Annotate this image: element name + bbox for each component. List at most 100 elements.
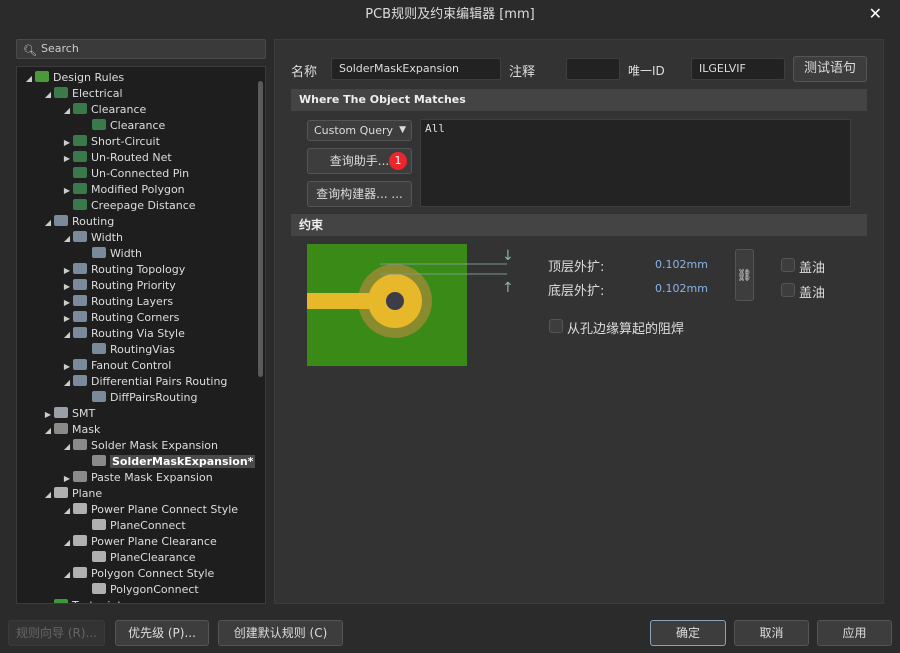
expanded-arrow-icon[interactable]: ◢ [23,71,35,87]
smt-rule-icon [54,407,68,418]
tree-scrollbar[interactable] [258,81,263,377]
tree-item[interactable]: ▶ Paste Mask Expansion [61,470,213,486]
expanded-arrow-icon[interactable]: ◢ [61,327,73,343]
collapsed-arrow-icon[interactable]: ▶ [61,359,73,375]
top-expansion-label: 顶层外扩: [548,260,605,275]
tree-item[interactable]: Clearance [80,118,165,134]
collapsed-arrow-icon[interactable]: ▶ [61,279,73,295]
collapsed-arrow-icon[interactable]: ▶ [61,295,73,311]
search-input[interactable]: 🔍︎ Search [16,39,266,59]
expanded-arrow-icon[interactable]: ◢ [42,87,54,103]
tree-item[interactable]: PlaneClearance [80,550,195,566]
name-field[interactable]: SolderMaskExpansion [331,58,501,80]
tree-item[interactable]: PlaneConnect [80,518,186,534]
bottom-expansion-label: 底层外扩: [548,284,605,299]
apply-button[interactable]: 应用 [817,620,892,646]
test-query-button[interactable]: 测试语句 [793,56,867,82]
tree-item[interactable]: SolderMaskExpansion* [80,454,256,470]
tree-item[interactable]: ◢ Routing Via Style [61,326,185,342]
query-helper-label: 查询助手... [329,154,390,168]
query-builder-button[interactable]: 查询构建器... ... [307,181,412,207]
tree-item-label: PlaneClearance [110,551,196,564]
tree-item-label: Un-Connected Pin [91,167,190,180]
expanded-arrow-icon[interactable]: ◢ [61,503,73,519]
expanded-arrow-icon[interactable]: ◢ [61,567,73,583]
tree-item[interactable]: ◢ Width [61,230,123,246]
tree-item[interactable]: ▶ Routing Topology [61,262,185,278]
close-icon[interactable]: ✕ [869,4,882,23]
tree-item[interactable]: Width [80,246,142,262]
ok-button[interactable]: 确定 [650,620,726,646]
tree-item[interactable]: ▶ Un-Routed Net [61,150,172,166]
tree-item[interactable]: ▶ Short-Circuit [61,134,160,150]
tree-item-label: PlaneConnect [110,519,186,532]
from-hole-edge-checkbox[interactable] [549,319,563,333]
tree-item-label: Differential Pairs Routing [91,375,228,388]
collapsed-arrow-icon[interactable]: ▶ [61,183,73,199]
tree-item[interactable]: ◢ Electrical [42,86,123,102]
query-helper-button[interactable]: 查询助手... 1 [307,148,412,174]
tree-item[interactable]: ▶ Routing Priority [61,278,176,294]
elec-rule-icon [73,167,87,178]
tree-item[interactable]: ◢ Mask [42,422,100,438]
tree-item-label: Width [110,247,142,260]
tree-item[interactable]: ▶ SMT [42,406,95,422]
tree-item[interactable]: ▶ Fanout Control [61,358,171,374]
tree-item[interactable]: ◢ Differential Pairs Routing [61,374,227,390]
collapsed-arrow-icon[interactable]: ▶ [61,151,73,167]
unique-id-field[interactable]: ILGELVIF [691,58,785,80]
expanded-arrow-icon[interactable]: ◢ [42,599,54,603]
priority-button[interactable]: 优先级 (P)... [115,620,209,646]
tent-bottom-checkbox[interactable] [781,283,795,297]
tent-top-checkbox[interactable] [781,258,795,272]
tree-item[interactable]: RoutingVias [80,342,175,358]
plane-rule-icon [73,567,87,578]
bottom-expansion-value[interactable]: 0.102mm [655,282,708,295]
comment-field[interactable] [566,58,620,80]
expanded-arrow-icon[interactable]: ◢ [61,535,73,551]
tree-item[interactable]: ▶ Routing Layers [61,294,173,310]
tree-item[interactable]: Un-Connected Pin [61,166,189,182]
tree-item[interactable]: PolygonConnect [80,582,199,598]
expanded-arrow-icon[interactable]: ◢ [42,423,54,439]
collapsed-arrow-icon[interactable]: ▶ [61,135,73,151]
tree-item-label: Clearance [91,103,147,116]
expanded-arrow-icon[interactable]: ◢ [42,487,54,503]
tree-item[interactable]: ◢ Testpoint [42,598,122,603]
collapsed-arrow-icon[interactable]: ▶ [61,263,73,279]
tree-item[interactable]: ▶ Routing Corners [61,310,179,326]
tree-item[interactable]: DiffPairsRouting [80,390,197,406]
link-icon[interactable]: ⛓ [735,249,754,301]
collapsed-arrow-icon[interactable]: ▶ [61,471,73,487]
create-default-rules-button[interactable]: 创建默认规则 (C) [218,620,343,646]
query-editor[interactable]: All [420,119,851,207]
expanded-arrow-icon[interactable]: ◢ [61,231,73,247]
tree-item[interactable]: ◢ Routing [42,214,114,230]
collapsed-arrow-icon[interactable]: ▶ [61,311,73,327]
tent-bottom-label: 盖油 [799,286,826,301]
tree-item-label: Paste Mask Expansion [91,471,213,484]
collapsed-arrow-icon[interactable]: ▶ [42,407,54,423]
tree-item[interactable]: ◢ Plane [42,486,102,502]
tree-item[interactable]: ◢ Power Plane Clearance [61,534,217,550]
tree-item-label: Width [91,231,123,244]
expanded-arrow-icon[interactable]: ◢ [61,103,73,119]
route-rule-icon [73,295,87,306]
tree-item[interactable]: ◢ Power Plane Connect Style [61,502,238,518]
mask-rule-icon [92,455,106,466]
tree-item[interactable]: Creepage Distance [61,198,196,214]
expanded-arrow-icon[interactable]: ◢ [61,439,73,455]
expanded-arrow-icon[interactable]: ◢ [61,375,73,391]
tree-item[interactable]: ▶ Modified Polygon [61,182,185,198]
query-type-select[interactable]: Custom Query ▼ [307,120,412,141]
tree-item[interactable]: ◢ Clearance [61,102,146,118]
top-expansion-value[interactable]: 0.102mm [655,258,708,271]
cancel-button[interactable]: 取消 [734,620,809,646]
expanded-arrow-icon[interactable]: ◢ [42,215,54,231]
unique-id-label: 唯一ID [628,64,665,78]
tree-item[interactable]: ◢ Polygon Connect Style [61,566,214,582]
plane-rule-icon [92,519,106,530]
tree-item[interactable]: ◢ Solder Mask Expansion [61,438,218,454]
rules-tree[interactable]: ◢ Design Rules ◢ Electrical ◢ Clearance Cleara… [16,66,266,604]
tree-item[interactable]: ◢ Design Rules [23,70,124,86]
